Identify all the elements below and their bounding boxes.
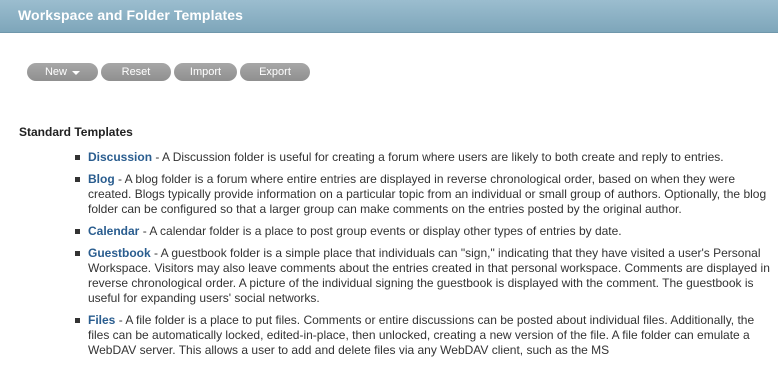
template-link-guestbook[interactable]: Guestbook bbox=[88, 246, 151, 260]
list-item: Files - A file folder is a place to put … bbox=[73, 313, 773, 358]
template-list: Discussion - A Discussion folder is usef… bbox=[73, 150, 773, 365]
section-heading: Standard Templates bbox=[19, 125, 133, 139]
template-link-calendar[interactable]: Calendar bbox=[88, 224, 139, 238]
new-button[interactable]: New bbox=[27, 63, 98, 81]
page-title: Workspace and Folder Templates bbox=[18, 7, 243, 23]
template-description: - A Discussion folder is useful for crea… bbox=[152, 150, 724, 164]
toolbar: New Reset Import Export bbox=[27, 63, 310, 81]
bullet-icon bbox=[75, 155, 80, 160]
template-link-discussion[interactable]: Discussion bbox=[88, 150, 152, 164]
list-item: Discussion - A Discussion folder is usef… bbox=[73, 150, 773, 165]
template-description: - A calendar folder is a place to post g… bbox=[139, 224, 622, 238]
reset-button[interactable]: Reset bbox=[101, 63, 171, 81]
template-description: - A file folder is a place to put files.… bbox=[88, 313, 755, 357]
list-item: Blog - A blog folder is a forum where en… bbox=[73, 172, 773, 217]
template-link-blog[interactable]: Blog bbox=[88, 172, 115, 186]
list-item: Calendar - A calendar folder is a place … bbox=[73, 224, 773, 239]
title-bar: Workspace and Folder Templates bbox=[0, 0, 778, 33]
chevron-down-icon bbox=[72, 71, 80, 75]
bullet-icon bbox=[75, 177, 80, 182]
list-item: Guestbook - A guestbook folder is a simp… bbox=[73, 246, 773, 306]
template-description: - A blog folder is a forum where entire … bbox=[88, 172, 767, 216]
new-button-label: New bbox=[44, 66, 67, 78]
bullet-icon bbox=[75, 251, 80, 256]
export-button[interactable]: Export bbox=[240, 63, 310, 81]
template-description: - A guestbook folder is a simple place t… bbox=[88, 246, 770, 305]
import-button[interactable]: Import bbox=[174, 63, 237, 81]
template-link-files[interactable]: Files bbox=[88, 313, 115, 327]
bullet-icon bbox=[75, 229, 80, 234]
bullet-icon bbox=[75, 318, 80, 323]
